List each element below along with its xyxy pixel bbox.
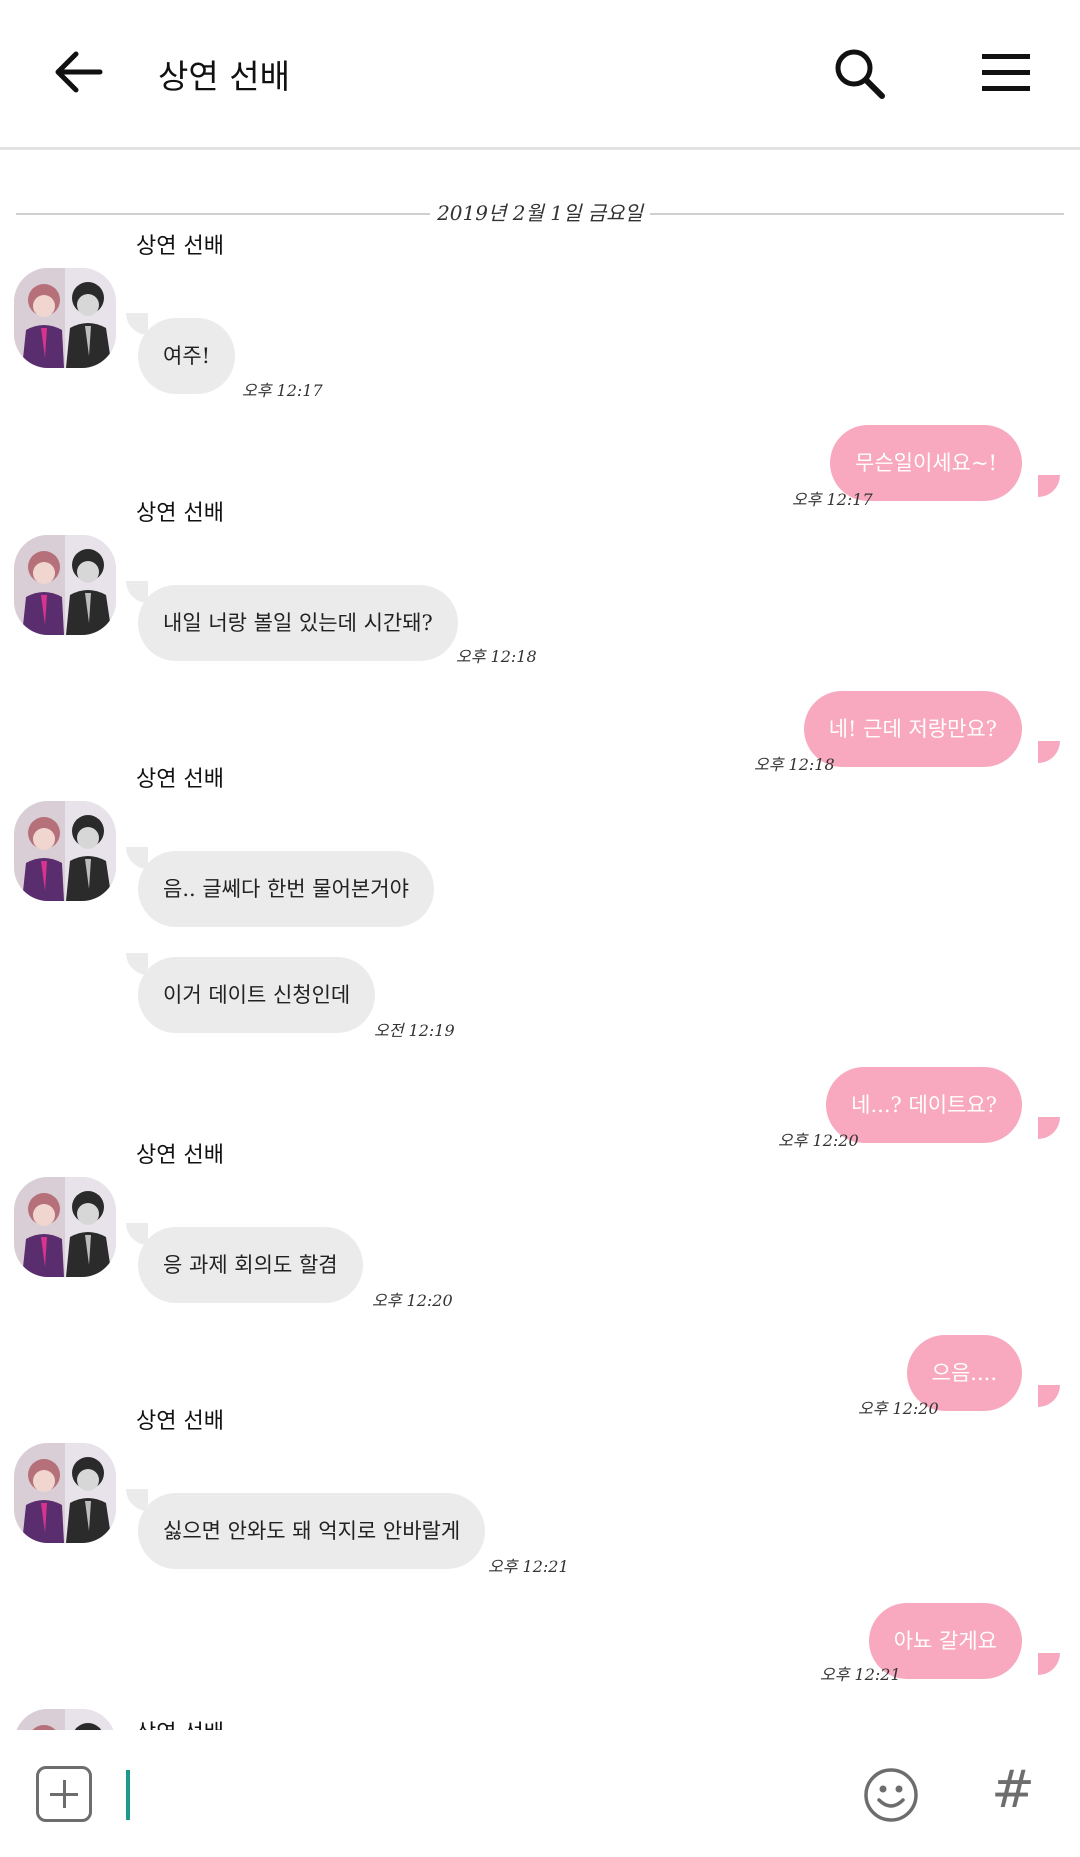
date-separator-label: 2019년 2월 1일 금요일 <box>437 201 643 225</box>
avatar-photo <box>14 1443 116 1543</box>
avatar[interactable] <box>14 1177 116 1277</box>
avatar-photo <box>14 1177 116 1277</box>
avatar[interactable] <box>14 268 116 368</box>
chat-header: 상연 선배 <box>0 0 1080 150</box>
plus-box-icon[interactable] <box>36 1766 92 1822</box>
message-bubble[interactable]: 응 과제 회의도 할겸 <box>138 1227 363 1303</box>
avatar-photo <box>14 801 116 901</box>
sender-name: 상연 선배 <box>136 1143 224 1168</box>
message-time: 오후 12:18 <box>754 755 835 774</box>
avatar-photo <box>14 268 116 368</box>
search-icon <box>835 49 885 99</box>
search-button[interactable] <box>830 44 890 104</box>
message-time: 오후 12:18 <box>456 647 537 666</box>
message-time: 오후 12:20 <box>858 1399 939 1418</box>
hashtag-icon[interactable]: # <box>988 1760 1038 1820</box>
message-time: 오후 12:21 <box>488 1557 569 1576</box>
message-bubble[interactable]: 내일 너랑 볼일 있는데 시간돼? <box>138 585 458 661</box>
message-input[interactable] <box>120 1764 820 1824</box>
hamburger-menu-icon <box>982 54 1030 91</box>
avatar[interactable] <box>14 1443 116 1543</box>
arrow-left-icon <box>55 51 103 93</box>
sender-name: 상연 선배 <box>136 234 224 259</box>
message-time: 오후 12:17 <box>792 490 873 509</box>
message-time: 오후 12:21 <box>820 1665 901 1684</box>
avatar[interactable] <box>14 1709 116 1730</box>
avatar[interactable] <box>14 535 116 635</box>
sender-name: 상연 선배 <box>136 1409 224 1434</box>
message-time: 오후 12:20 <box>372 1291 453 1310</box>
date-separator: 2019년 2월 1일 금요일 <box>0 193 1080 233</box>
message-bubble[interactable]: 이거 데이트 신청인데 <box>138 957 376 1033</box>
message-input-bar: # <box>0 1730 1080 1857</box>
message-time: 오후 12:17 <box>242 381 323 400</box>
sender-name: 상연 선배 <box>136 1715 224 1730</box>
smiley-icon <box>864 1768 918 1822</box>
text-caret <box>126 1770 130 1820</box>
chat-title: 상연 선배 <box>158 57 290 96</box>
avatar[interactable] <box>14 801 116 901</box>
message-time: 오후 12:20 <box>778 1131 859 1150</box>
sender-name: 상연 선배 <box>136 767 224 792</box>
message-bubble[interactable]: 싫으면 안와도 돼 억지로 안바랄게 <box>138 1493 486 1569</box>
message-bubble[interactable]: 여주! <box>138 318 236 394</box>
message-bubble[interactable]: 음.. 글쎄다 한번 물어본거야 <box>138 851 434 927</box>
back-button[interactable] <box>48 42 108 102</box>
avatar-photo <box>14 1709 116 1730</box>
sender-name: 상연 선배 <box>136 501 224 526</box>
chat-messages[interactable]: 2019년 2월 1일 금요일 상연 선배 여주! 오후 12:17 무슨일이세… <box>0 153 1080 1730</box>
emoji-button[interactable] <box>862 1766 920 1824</box>
message-time: 오전 12:19 <box>374 1021 455 1040</box>
message-bubble[interactable]: 네! 근데 저랑만요? <box>803 691 1022 767</box>
avatar-photo <box>14 535 116 635</box>
menu-button[interactable] <box>980 48 1032 96</box>
